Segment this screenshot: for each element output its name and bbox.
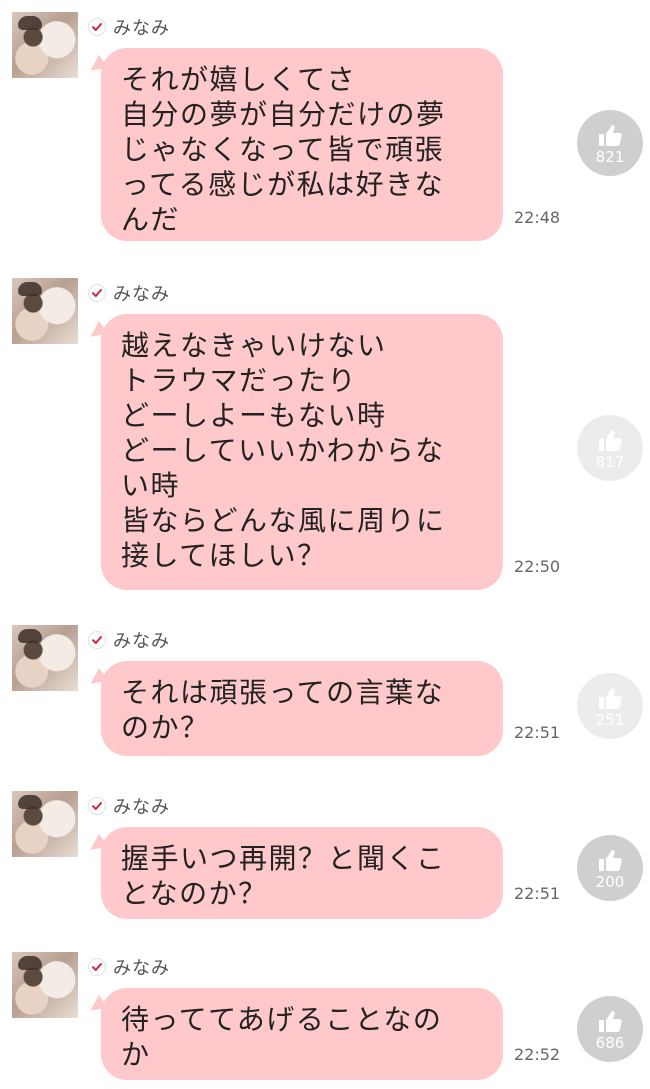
message-bubble[interactable]: それは頑張っての言葉な のか？ [101,661,503,756]
message-time: 22:51 [514,723,561,742]
sender-name: みなみ [113,797,170,818]
like-count: 821 [595,147,625,166]
message-bubble[interactable]: 越えなきゃいけない トラウマだったり どーしよーもない時 どーしていいかわからな… [101,314,503,590]
verified-check-icon [88,797,106,815]
thumbs-up-icon [599,124,622,146]
like-button[interactable]: 821 [577,110,643,176]
message-bubble[interactable]: 待っててあげることなの か [101,988,503,1080]
avatar[interactable] [12,278,78,344]
thumbs-up-icon [599,849,622,871]
sender-name: みなみ [113,631,170,652]
avatar[interactable] [12,12,78,78]
like-count: 686 [595,1033,625,1052]
message-time: 22:52 [514,1045,561,1064]
like-button[interactable]: 200 [577,835,643,901]
sender-row: みなみ [88,956,170,979]
sender-row: みなみ [88,795,170,818]
thumbs-up-icon [599,1010,622,1032]
sender-name: みなみ [113,958,170,979]
verified-check-icon [88,958,106,976]
verified-check-icon [88,284,106,302]
message-bubble[interactable]: 握手いつ再開？と聞くこ となのか？ [101,827,503,919]
thumbs-up-icon [599,687,622,709]
like-button[interactable]: 817 [577,415,643,481]
sender-row: みなみ [88,629,170,652]
avatar[interactable] [12,625,78,691]
verified-check-icon [88,631,106,649]
avatar[interactable] [12,791,78,857]
like-count: 251 [595,710,625,729]
message-bubble[interactable]: それが嬉しくてさ 自分の夢が自分だけの夢 じゃなくなって皆で頑張 ってる感じが私… [101,48,503,241]
like-button[interactable]: 686 [577,996,643,1062]
sender-row: みなみ [88,282,170,305]
like-count: 817 [595,452,625,471]
message-time: 22:48 [514,208,561,227]
thumbs-up-icon [599,429,622,451]
like-button[interactable]: 251 [577,673,643,739]
like-count: 200 [595,872,625,891]
message-time: 22:51 [514,884,561,903]
sender-name: みなみ [113,18,170,39]
avatar[interactable] [12,952,78,1018]
message-time: 22:50 [514,557,561,576]
verified-check-icon [88,18,106,36]
sender-name: みなみ [113,284,170,305]
message-feed: みなみ それが嬉しくてさ 自分の夢が自分だけの夢 じゃなくなって皆で頑張 ってる… [0,0,650,1089]
sender-row: みなみ [88,16,170,39]
